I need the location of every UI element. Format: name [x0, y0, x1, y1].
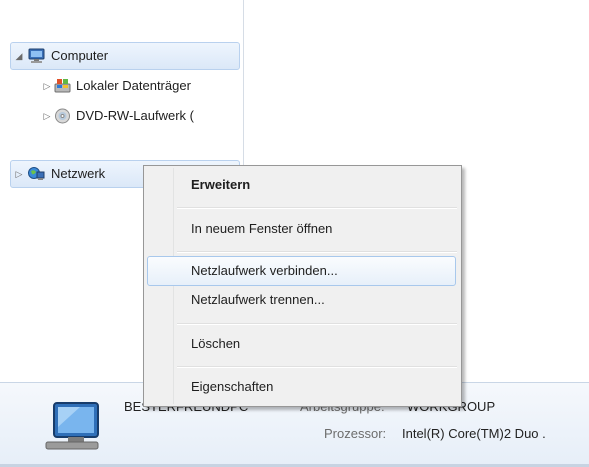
network-icon: [28, 167, 45, 180]
menu-separator: [177, 207, 457, 209]
local-disk-icon: [54, 79, 71, 93]
expand-arrow-icon[interactable]: ▷: [42, 73, 52, 99]
computer-icon: [45, 402, 99, 450]
menu-separator: [177, 251, 457, 253]
expand-arrow-icon[interactable]: ▷: [42, 103, 52, 129]
processor-label: Prozessor:: [324, 426, 387, 441]
menu-item-disconnect-network-drive[interactable]: Netzlaufwerk trennen...: [147, 285, 456, 315]
menu-separator: [177, 323, 457, 325]
tree-item-label: Netzwerk: [51, 166, 106, 181]
menu-item-expand[interactable]: Erweitern: [147, 170, 456, 200]
menu-item-map-network-drive[interactable]: Netzlaufwerk verbinden...: [147, 256, 456, 286]
dvd-drive-icon: [55, 108, 70, 124]
processor-value: Intel(R) Core(TM)2 Duo .: [402, 426, 546, 441]
collapse-arrow-icon[interactable]: ◢: [14, 43, 24, 69]
menu-item-open-new-window[interactable]: In neuem Fenster öffnen: [147, 214, 456, 244]
menu-separator: [177, 366, 457, 368]
expand-arrow-icon[interactable]: ▷: [14, 161, 24, 187]
tree-item-dvd-drive[interactable]: ▷ DVD-RW-Laufwerk (: [14, 103, 238, 129]
tree-item-label: Computer: [51, 48, 109, 63]
context-menu: Erweitern In neuem Fenster öffnen Netzla…: [143, 165, 462, 407]
tree-item-local-disk[interactable]: ▷ Lokaler Datenträger: [14, 73, 238, 99]
tree-item-label: Lokaler Datenträger: [76, 78, 191, 93]
menu-item-delete[interactable]: Löschen: [147, 329, 456, 359]
menu-item-properties[interactable]: Eigenschaften: [147, 372, 456, 402]
tree-item-label: DVD-RW-Laufwerk (: [76, 108, 194, 123]
computer-icon: [28, 48, 45, 63]
tree-item-computer[interactable]: ◢ Computer: [10, 42, 240, 70]
